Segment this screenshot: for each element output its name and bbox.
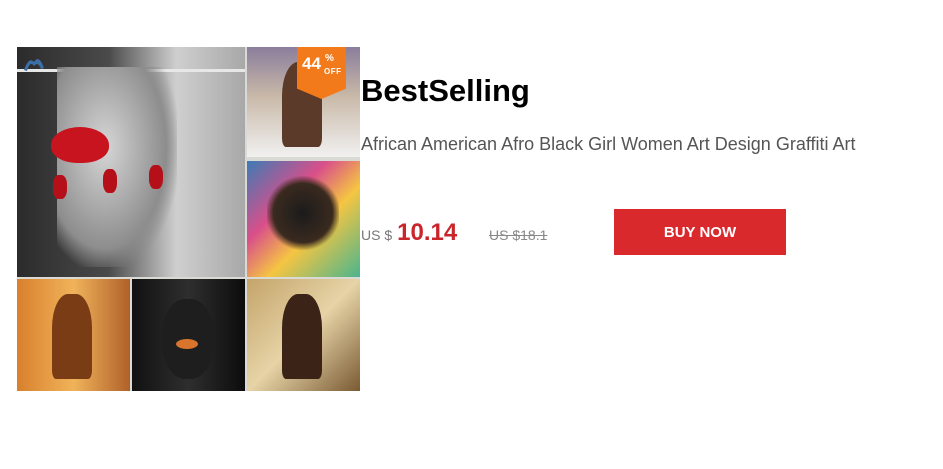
product-image[interactable]	[17, 47, 360, 391]
orange-lips	[176, 339, 198, 349]
discount-off-label: OFF	[324, 67, 342, 76]
curtain-thumbnail	[247, 279, 360, 391]
sale-price: 10.14	[397, 219, 458, 246]
main-curtain-photo	[17, 47, 245, 277]
discount-badge: 44 % OFF	[297, 47, 346, 99]
woman-figure	[282, 294, 322, 379]
product-title[interactable]: African American Afro Black Girl Women A…	[361, 132, 921, 160]
currency-label: US $	[361, 227, 393, 243]
red-nail	[149, 165, 163, 189]
store-logo-icon	[24, 59, 44, 71]
red-lips	[51, 127, 109, 163]
woman-figure	[52, 294, 92, 379]
afro-portrait	[267, 173, 339, 253]
red-nail	[53, 175, 67, 199]
buy-now-button[interactable]: BUY NOW	[614, 209, 786, 255]
section-title: BestSelling	[361, 73, 530, 108]
price-row: US $ 10.14	[361, 219, 457, 247]
red-nail	[103, 169, 117, 193]
discount-percent: 44	[302, 54, 321, 73]
curtain-thumbnail	[17, 279, 130, 391]
curtain-thumbnail	[132, 279, 245, 391]
original-price: US $18.1	[489, 227, 548, 243]
percent-symbol: %	[325, 53, 334, 64]
curtain-thumbnail	[247, 161, 360, 277]
